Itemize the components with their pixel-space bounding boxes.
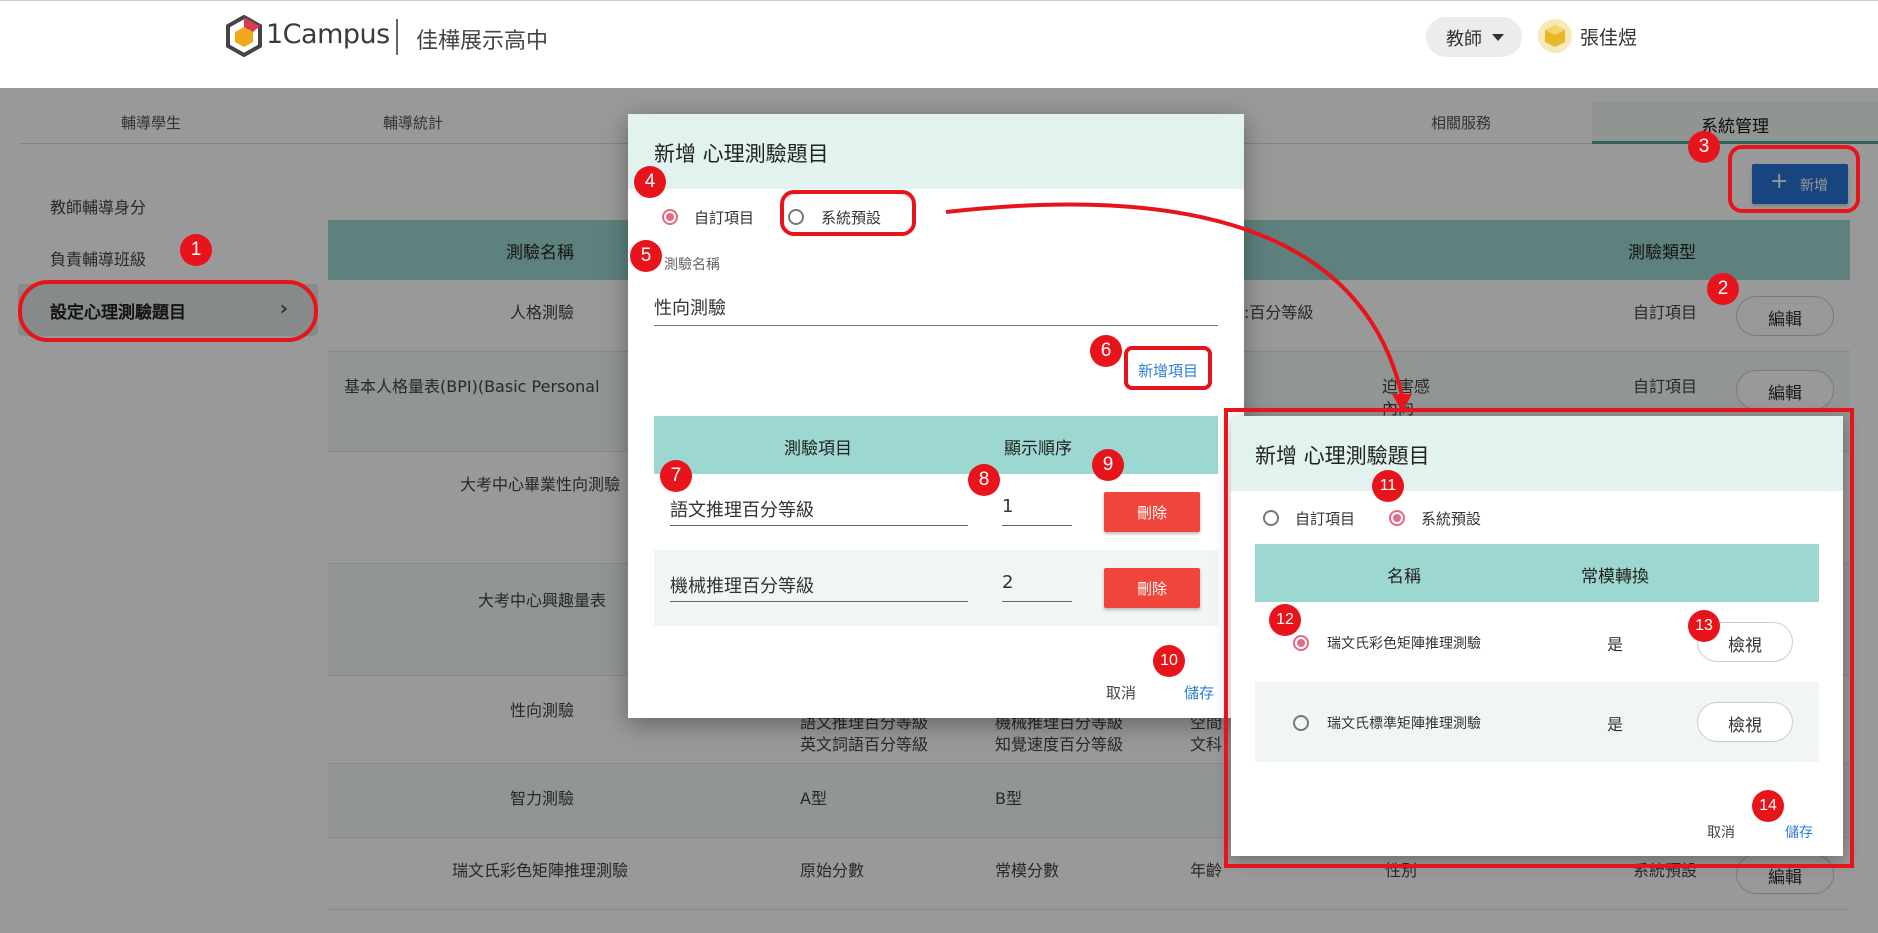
item-name-field[interactable]: 語文推理百分等級 [670,492,968,526]
item-row: 機械推理百分等級 2 刪除 [654,550,1218,626]
callout-4: 4 [634,166,666,198]
highlight-sidebar [18,280,318,342]
role-dropdown[interactable]: 教師 [1426,17,1522,57]
highlight-system-radio [780,190,916,236]
avatar[interactable] [1538,19,1572,53]
caret-down-icon [1492,34,1504,41]
dialog-title: 新增 心理測驗題目 [628,114,1244,189]
app-header: 1Campus 佳樺展示高中 教師 張佳煜 [0,0,1878,72]
cube-icon [1545,25,1565,47]
save-button[interactable]: 儲存 [1184,682,1214,703]
item-order-field[interactable]: 1 [1002,492,1072,526]
delete-button[interactable]: 刪除 [1104,492,1200,532]
test-name-label: 測驗名稱 [664,257,720,273]
callout-5: 5 [630,240,662,272]
item-row: 語文推理百分等級 1 刪除 [654,474,1218,550]
logo-icon [226,15,262,57]
callout-13: 13 [1688,610,1720,642]
arrow-connector [945,202,1412,412]
radio-custom[interactable] [662,209,678,225]
callout-14: 14 [1752,790,1784,822]
callout-11: 11 [1372,470,1404,502]
user-name[interactable]: 張佳煜 [1580,23,1637,50]
item-table: 測驗項目 顯示順序 語文推理百分等級 1 刪除 機械推理百分等級 2 刪除 [654,416,1218,626]
callout-9: 9 [1092,449,1124,481]
callout-1: 1 [180,234,212,266]
callout-12: 12 [1269,604,1301,636]
callout-6: 6 [1090,335,1122,367]
col-header-order: 顯示順序 [1004,439,1072,459]
item-order-field[interactable]: 2 [1002,568,1072,602]
callout-2: 2 [1707,273,1739,305]
role-label: 教師 [1446,29,1482,50]
cancel-button[interactable]: 取消 [1106,682,1136,703]
header-divider [396,19,398,55]
callout-8: 8 [968,464,1000,496]
delete-button[interactable]: 刪除 [1104,568,1200,608]
radio-custom-label: 自訂項目 [694,209,755,227]
highlight-add-button [1728,145,1860,213]
item-name-field[interactable]: 機械推理百分等級 [670,568,968,602]
callout-7: 7 [660,460,692,492]
callout-3: 3 [1688,131,1720,163]
school-name: 佳樺展示高中 [416,29,549,54]
col-header-item: 測驗項目 [784,439,852,459]
logo-text: 1Campus [266,19,390,50]
callout-10: 10 [1153,645,1185,677]
